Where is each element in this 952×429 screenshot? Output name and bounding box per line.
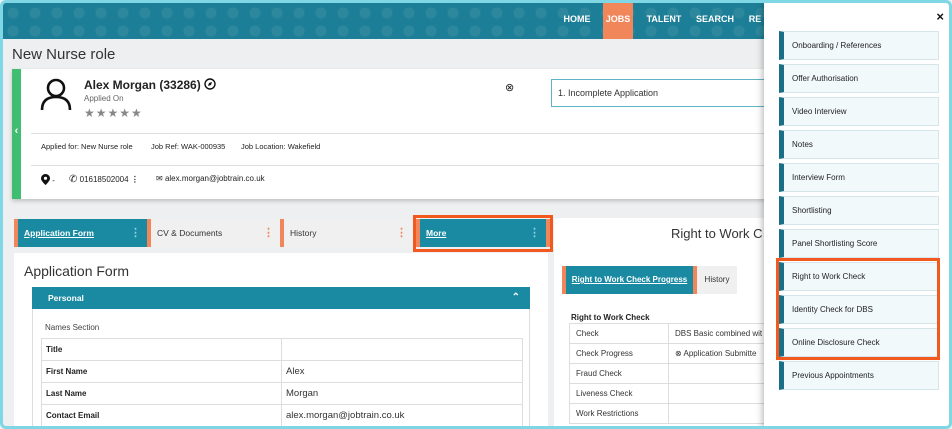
candidate-name-text: Alex Morgan (33286): [84, 78, 201, 92]
more-vertical-icon[interactable]: ⋮: [131, 175, 139, 184]
user-icon: [40, 78, 72, 111]
more-vertical-icon[interactable]: ⋮: [130, 219, 141, 247]
table-row: Title: [41, 338, 523, 361]
location-info[interactable]: -: [41, 174, 55, 185]
more-drawer: × Onboarding / References Offer Authoris…: [764, 3, 949, 426]
table-row: Check Progress ⊗ Application Submitte: [569, 343, 769, 364]
field-value: [281, 338, 523, 361]
drawer-item-interview-form[interactable]: Interview Form: [779, 163, 939, 192]
table-row: Contact Email alex.morgan@jobtrain.co.uk: [41, 404, 523, 426]
nav-jobs[interactable]: JOBS: [603, 3, 633, 39]
table-row: Work Restrictions: [569, 403, 769, 424]
rtw-key: Fraud Check: [569, 363, 669, 384]
panel-title: Application Form: [24, 263, 130, 279]
map-pin-icon: [41, 174, 50, 185]
drawer-item-panel-shortlisting-score[interactable]: Panel Shortlisting Score: [779, 229, 939, 258]
field-value: Morgan: [281, 382, 523, 405]
rtw-value: [668, 363, 769, 384]
nav-search[interactable]: SEARCH: [695, 3, 735, 39]
tab-label: Application Form: [24, 228, 94, 238]
personal-section-header[interactable]: Personal ⌃: [32, 287, 530, 309]
table-row: First Name Alex: [41, 360, 523, 383]
location-text: -: [52, 176, 55, 185]
job-location: Job Location: Wakefield: [241, 142, 321, 151]
tab-rtw-progress[interactable]: Right to Work Check Progress: [562, 266, 697, 294]
rtw-value: [668, 403, 769, 424]
drawer-item-shortlisting[interactable]: Shortlisting: [779, 196, 939, 225]
phone-info[interactable]: ✆ 01618502004 ⋮: [69, 174, 139, 185]
rtw-value: DBS Basic combined wit: [668, 323, 769, 344]
phone-number: 01618502004: [79, 175, 129, 184]
table-row: Fraud Check: [569, 363, 769, 384]
applied-on-label: Applied On: [84, 94, 124, 103]
rtw-value-cell: ⊗ Application Submitte: [668, 343, 769, 364]
close-circle-icon[interactable]: ⊗: [505, 81, 514, 94]
rtw-key: Work Restrictions: [569, 403, 669, 424]
compass-icon[interactable]: [204, 78, 216, 90]
page-title: New Nurse role: [12, 46, 116, 63]
drawer-item-notes[interactable]: Notes: [779, 130, 939, 159]
more-vertical-icon[interactable]: ⋮: [396, 219, 407, 247]
drawer-item-offer-authorisation[interactable]: Offer Authorisation: [779, 64, 939, 93]
rating-stars[interactable]: ★★★★★: [84, 106, 143, 120]
right-panel-title: Right to Work C: [671, 226, 763, 241]
chevron-up-icon[interactable]: ⌃: [512, 287, 520, 309]
divider: [31, 133, 781, 134]
app-window: HOME JOBS TALENT SEARCH RE New Nurse rol…: [0, 0, 952, 429]
field-value: Alex: [281, 360, 523, 383]
tab-history[interactable]: History ⋮: [280, 219, 413, 247]
more-vertical-icon[interactable]: ⋮: [263, 219, 274, 247]
candidate-card: ‹ Alex Morgan (33286) Applied On ★★★★★ ⊗…: [12, 69, 781, 199]
rtw-value: [668, 383, 769, 404]
tab-cv-documents[interactable]: CV & Documents ⋮: [147, 219, 280, 247]
applied-for: Applied for: New Nurse role: [41, 142, 133, 151]
personal-section-body: Names Section Title First Name Alex Last…: [32, 309, 530, 426]
names-section-label: Names Section: [45, 323, 100, 332]
field-label: First Name: [41, 360, 282, 383]
field-label: Contact Email: [41, 404, 282, 426]
close-icon[interactable]: ×: [936, 9, 944, 24]
fields-table: Title First Name Alex Last Name Morgan C…: [41, 338, 523, 426]
nav-re[interactable]: RE: [747, 3, 763, 39]
email-address: alex.morgan@jobtrain.co.uk: [164, 174, 265, 183]
status-dropdown[interactable]: 1. Incomplete Application: [551, 79, 781, 107]
field-value: alex.morgan@jobtrain.co.uk: [281, 404, 523, 426]
tab-rtw-history[interactable]: History: [697, 266, 737, 294]
close-circle-icon: ⊗: [675, 349, 682, 358]
highlight-box: [413, 215, 553, 252]
field-label: Title: [41, 338, 282, 361]
job-ref: Job Ref: WAK-000935: [151, 142, 226, 151]
section-title: Personal: [48, 293, 84, 303]
field-label: Last Name: [41, 382, 282, 405]
rtw-value: Application Submitte: [683, 349, 757, 358]
tab-application-form[interactable]: Application Form ⋮: [14, 219, 147, 247]
highlight-box: [776, 258, 940, 360]
drawer-item-video-interview[interactable]: Video Interview: [779, 97, 939, 126]
nav-home[interactable]: HOME: [558, 3, 596, 39]
divider: [31, 165, 781, 166]
table-row: Liveness Check: [569, 383, 769, 404]
rtw-key: Check: [569, 323, 669, 344]
rtw-key: Liveness Check: [569, 383, 669, 404]
drawer-item-onboarding[interactable]: Onboarding / References: [779, 31, 939, 60]
rtw-key: Check Progress: [569, 343, 669, 364]
email-info[interactable]: ✉ alex.morgan@jobtrain.co.uk: [156, 174, 265, 183]
rtw-table: Check DBS Basic combined wit Check Progr…: [569, 323, 769, 424]
candidate-name: Alex Morgan (33286): [84, 78, 216, 92]
rtw-section-label: Right to Work Check: [571, 313, 650, 322]
tab-label: CV & Documents: [157, 228, 223, 238]
table-row: Check DBS Basic combined wit: [569, 323, 769, 344]
phone-icon: ✆: [69, 174, 78, 185]
nav-talent[interactable]: TALENT: [643, 3, 685, 39]
application-form-panel: Application Form Personal ⌃ Names Sectio…: [14, 253, 548, 426]
chevron-left-icon[interactable]: ‹: [12, 125, 21, 137]
tab-label: History: [290, 228, 317, 238]
envelope-icon: ✉: [156, 174, 163, 183]
table-row: Last Name Morgan: [41, 382, 523, 405]
drawer-item-previous-appointments[interactable]: Previous Appointments: [779, 361, 939, 390]
